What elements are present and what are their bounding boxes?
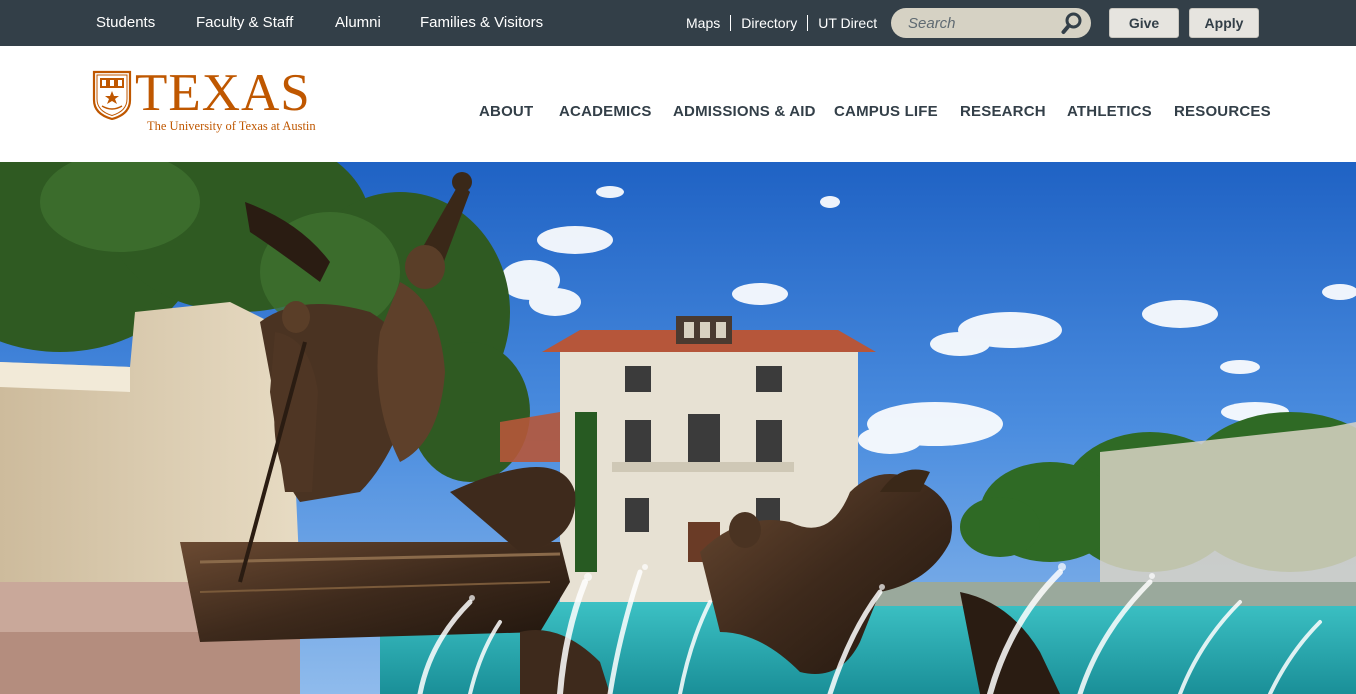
search-box [891,8,1091,38]
nav-campus-life[interactable]: CAMPUS LIFE [834,103,938,120]
nav-about[interactable]: ABOUT [479,103,533,120]
quick-link-divider [730,15,732,31]
quick-links: Maps Directory UT Direct [686,15,877,31]
nav-academics[interactable]: ACADEMICS [559,103,652,120]
fountain-scene-illustration [0,162,1356,694]
ut-austin-logo[interactable]: TEXAS The University of Texas at Austin [92,65,318,136]
nav-admissions-aid[interactable]: ADMISSIONS & AID [673,103,816,120]
university-seal-icon [92,70,132,120]
site-header: TEXAS The University of Texas at Austin … [0,46,1356,162]
directory-link[interactable]: Directory [741,15,797,31]
quick-link-divider [807,15,809,31]
nav-resources[interactable]: RESOURCES [1174,103,1271,120]
utility-bar: Students Faculty & Staff Alumni Families… [0,0,1356,46]
nav-athletics[interactable]: ATHLETICS [1067,103,1152,120]
texas-wordmark: TEXAS [135,64,311,122]
hero-image [0,162,1356,694]
audience-link-faculty-staff[interactable]: Faculty & Staff [196,0,293,46]
university-tagline: The University of Texas at Austin [147,119,316,133]
apply-button[interactable]: Apply [1189,8,1259,38]
audience-link-students[interactable]: Students [96,0,155,46]
audience-link-alumni[interactable]: Alumni [335,0,381,46]
maps-link[interactable]: Maps [686,15,720,31]
audience-link-families-visitors[interactable]: Families & Visitors [420,0,543,46]
ut-direct-link[interactable]: UT Direct [818,15,877,31]
search-input[interactable] [891,8,1059,38]
nav-research[interactable]: RESEARCH [960,103,1046,120]
search-icon[interactable] [1059,10,1085,36]
give-button[interactable]: Give [1109,8,1179,38]
